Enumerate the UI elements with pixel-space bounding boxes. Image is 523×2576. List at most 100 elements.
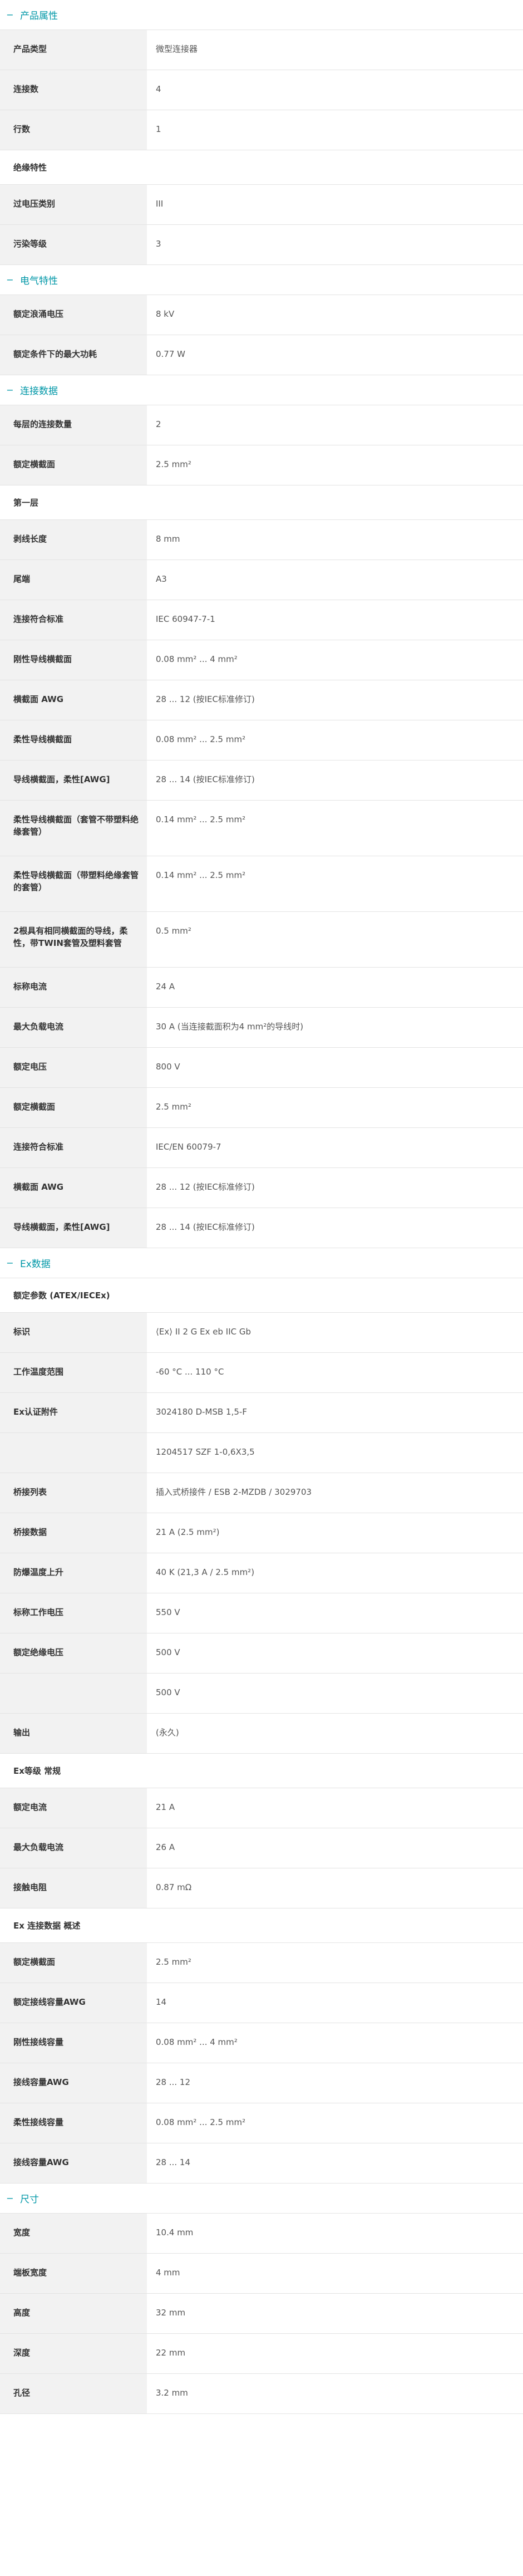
- spec-label: 额定接线容量AWG: [0, 1983, 147, 2023]
- spec-value: 0.5 mm²: [156, 926, 191, 936]
- spec-value: 28 ... 12 (按IEC标准修订): [156, 1182, 255, 1192]
- spec-value: 28 ... 14: [156, 2157, 191, 2167]
- spec-row: 接线容量AWG 28 ... 12: [0, 2063, 523, 2103]
- spec-row: 1204517 SZF 1-0,6X3,5: [0, 1433, 523, 1473]
- section-header[interactable]: − 尺寸: [0, 2184, 523, 2214]
- spec-row: 产品类型 微型连接器: [0, 30, 523, 70]
- section-header[interactable]: − Ex数据: [0, 1248, 523, 1278]
- spec-row: 每层的连接数量 2: [0, 405, 523, 445]
- spec-row: 污染等级 3: [0, 225, 523, 265]
- spec-row: 宽度 10.4 mm: [0, 2214, 523, 2254]
- spec-row: 标称电流 24 A: [0, 968, 523, 1008]
- spec-row: 接线容量AWG 28 ... 14: [0, 2143, 523, 2184]
- minus-icon[interactable]: −: [6, 275, 14, 284]
- section-header[interactable]: − 电气特性: [0, 265, 523, 295]
- spec-label: 导线横截面，柔性[AWG]: [0, 1208, 147, 1248]
- group-title: Ex等级 常规: [0, 1754, 523, 1788]
- spec-label: 额定条件下的最大功耗: [0, 335, 147, 375]
- spec-value: 8 mm: [156, 534, 180, 544]
- spec-value: III: [156, 199, 164, 209]
- spec-label: 深度: [0, 2334, 147, 2373]
- spec-value: 0.08 mm² ... 2.5 mm²: [156, 734, 246, 744]
- spec-value: 21 A (2.5 mm²): [156, 1527, 220, 1537]
- spec-section: − 尺寸 宽度 10.4 mm 端板宽度 4 mm 高度 32 mm 深度 22 mm 孔径 3.2 …: [0, 2184, 523, 2414]
- spec-label: 横截面 AWG: [0, 1168, 147, 1208]
- spec-row: 导线横截面，柔性[AWG] 28 ... 14 (按IEC标准修订): [0, 1208, 523, 1248]
- spec-value: IEC 60947-7-1: [156, 614, 215, 624]
- section-header[interactable]: − 产品属性: [0, 0, 523, 30]
- spec-label: 产品类型: [0, 30, 147, 70]
- spec-value: 800 V: [156, 1062, 180, 1072]
- spec-value: IEC/EN 60079-7: [156, 1142, 221, 1152]
- spec-value: 30 A (当连接截面积为4 mm²的导线时): [156, 1022, 304, 1032]
- spec-label: 标称工作电压: [0, 1593, 147, 1633]
- spec-label: 额定绝缘电压: [0, 1633, 147, 1673]
- spec-value: 1204517 SZF 1-0,6X3,5: [156, 1447, 255, 1457]
- spec-label: 横截面 AWG: [0, 680, 147, 720]
- spec-row: 额定条件下的最大功耗 0.77 W: [0, 335, 523, 375]
- spec-value: ⟨Ex⟩ II 2 G Ex eb IIC Gb: [156, 1327, 251, 1337]
- spec-row: 剥线长度 8 mm: [0, 520, 523, 560]
- spec-label: 防爆温度上升: [0, 1553, 147, 1593]
- spec-label: 标识: [0, 1313, 147, 1352]
- spec-label: 最大负载电流: [0, 1828, 147, 1868]
- spec-label: 额定横截面: [0, 1943, 147, 1983]
- spec-section: − 产品属性 产品类型 微型连接器 连接数 4 行数 1 绝缘特性 过电压类别 III 污染等级 3: [0, 0, 523, 265]
- minus-icon[interactable]: −: [6, 1258, 14, 1268]
- spec-label: 柔性接线容量: [0, 2103, 147, 2143]
- minus-icon[interactable]: −: [6, 385, 14, 395]
- spec-section: − 连接数据 每层的连接数量 2 额定横截面 2.5 mm² 第一层 剥线长度 8 mm 尾端 A3…: [0, 375, 523, 1248]
- spec-value: 3: [156, 239, 161, 249]
- spec-row: 标识 ⟨Ex⟩ II 2 G Ex eb IIC Gb: [0, 1313, 523, 1353]
- spec-label: 额定电流: [0, 1788, 147, 1828]
- spec-value: 1: [156, 124, 161, 134]
- spec-row: 孔径 3.2 mm: [0, 2374, 523, 2414]
- spec-value: -60 °C ... 110 °C: [156, 1367, 224, 1377]
- spec-row: 额定电压 800 V: [0, 1048, 523, 1088]
- spec-row: 深度 22 mm: [0, 2334, 523, 2374]
- spec-label: 最大负载电流: [0, 1008, 147, 1047]
- spec-value: 500 V: [156, 1647, 180, 1657]
- spec-label: 接线容量AWG: [0, 2063, 147, 2103]
- spec-value: 8 kV: [156, 309, 175, 319]
- spec-label: 连接符合标准: [0, 1128, 147, 1167]
- spec-row: 过电压类别 III: [0, 185, 523, 225]
- spec-value: 22 mm: [156, 2348, 186, 2358]
- spec-row: 连接数 4: [0, 70, 523, 110]
- spec-row: 防爆温度上升 40 K (21,3 A / 2.5 mm²): [0, 1553, 523, 1593]
- spec-value: 微型连接器: [156, 44, 198, 54]
- section-header[interactable]: − 连接数据: [0, 375, 523, 405]
- spec-label: 输出: [0, 1714, 147, 1753]
- spec-row: 柔性导线横截面 0.08 mm² ... 2.5 mm²: [0, 720, 523, 760]
- spec-row: 500 V: [0, 1674, 523, 1714]
- spec-label: 柔性导线横截面（套管不带塑料绝缘套管）: [0, 801, 147, 856]
- spec-label: 尾端: [0, 560, 147, 600]
- spec-row: 柔性导线横截面（套管不带塑料绝缘套管） 0.14 mm² ... 2.5 mm²: [0, 801, 523, 856]
- spec-value: 32 mm: [156, 2308, 186, 2318]
- spec-label: 剥线长度: [0, 520, 147, 560]
- spec-value: 28 ... 12: [156, 2077, 191, 2087]
- spec-value: 28 ... 12 (按IEC标准修订): [156, 694, 255, 704]
- spec-section: − 电气特性 额定浪涌电压 8 kV 额定条件下的最大功耗 0.77 W: [0, 265, 523, 375]
- spec-page: − 产品属性 产品类型 微型连接器 连接数 4 行数 1 绝缘特性 过电压类别 III 污染等级 3− 电…: [0, 0, 523, 2414]
- minus-icon[interactable]: −: [6, 2194, 14, 2203]
- spec-value: 2: [156, 419, 161, 429]
- spec-value: 550 V: [156, 1607, 180, 1617]
- spec-label: 行数: [0, 110, 147, 150]
- spec-label: 刚性导线横截面: [0, 640, 147, 680]
- spec-label: 标称电流: [0, 968, 147, 1007]
- spec-value: A3: [156, 574, 167, 584]
- spec-value: 2.5 mm²: [156, 459, 191, 469]
- spec-label: 额定浪涌电压: [0, 295, 147, 335]
- spec-row: 端板宽度 4 mm: [0, 2254, 523, 2294]
- spec-row: 输出 (永久): [0, 1714, 523, 1754]
- spec-value: (永久): [156, 1728, 179, 1738]
- spec-value: 28 ... 14 (按IEC标准修订): [156, 774, 255, 784]
- group-title: 第一层: [0, 485, 523, 520]
- spec-row: 额定绝缘电压 500 V: [0, 1633, 523, 1674]
- minus-icon[interactable]: −: [6, 10, 14, 19]
- spec-row: Ex认证附件 3024180 D-MSB 1,5-F: [0, 1393, 523, 1433]
- spec-value: 3024180 D-MSB 1,5-F: [156, 1407, 247, 1417]
- spec-label: 连接符合标准: [0, 600, 147, 640]
- spec-row: 额定电流 21 A: [0, 1788, 523, 1828]
